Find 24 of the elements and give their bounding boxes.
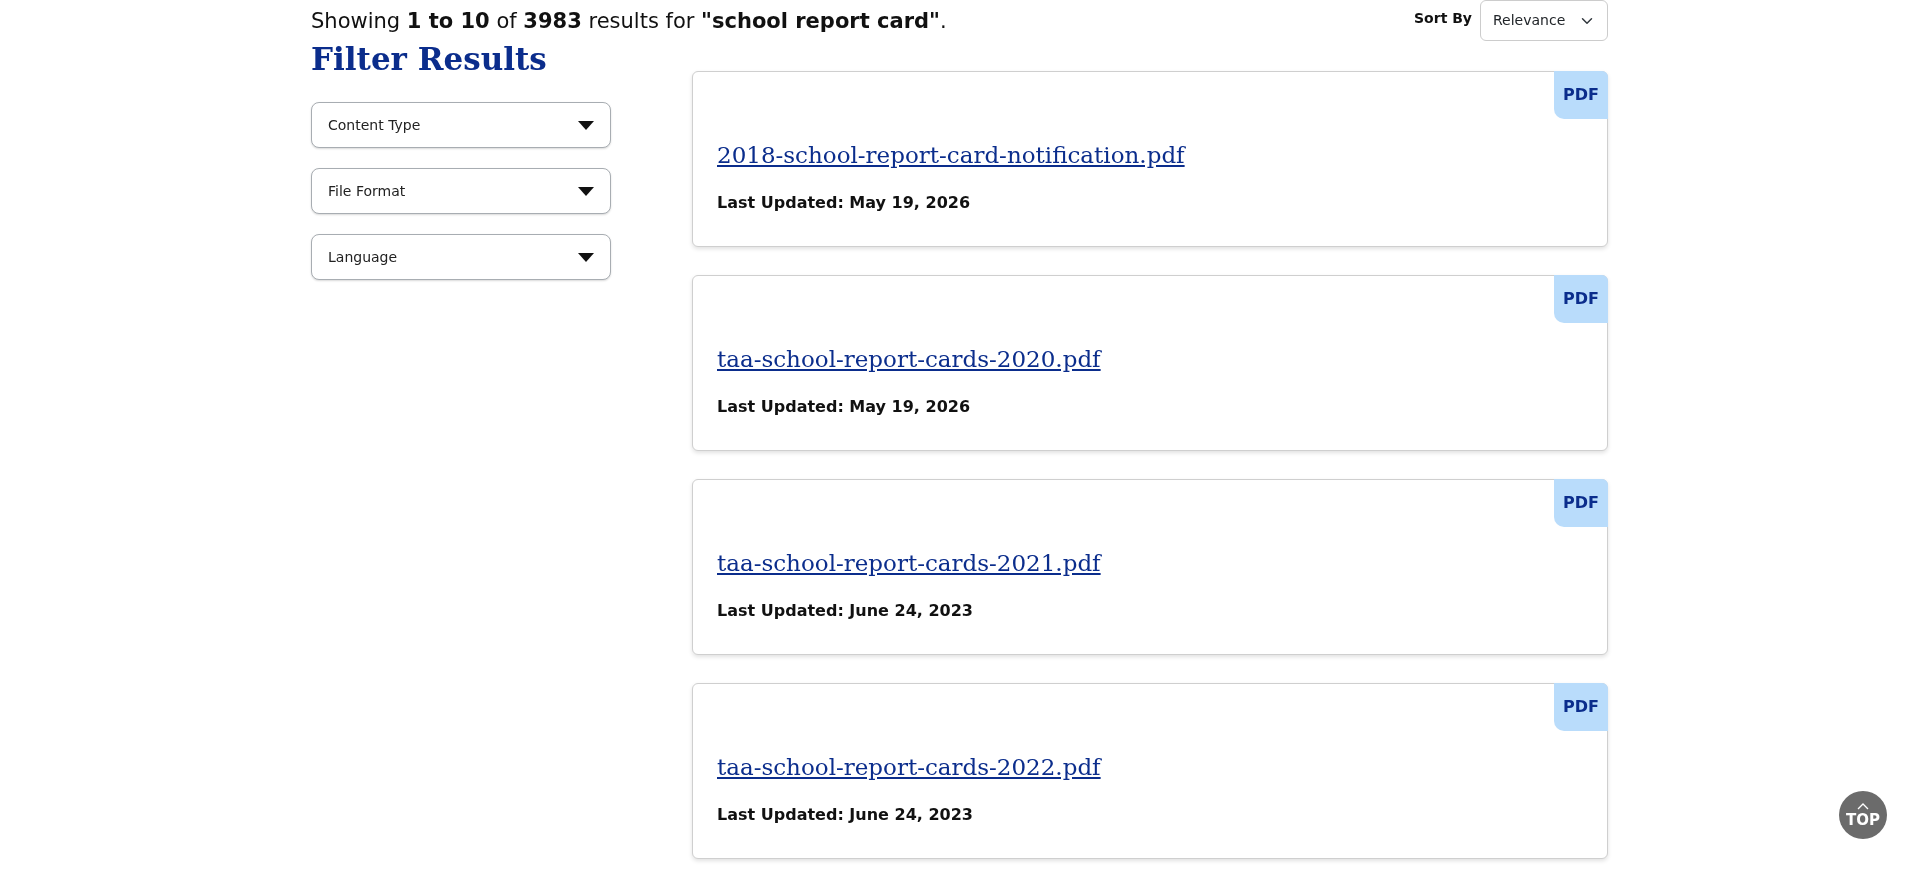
- file-type-badge: PDF: [1554, 479, 1608, 527]
- caret-icon: [578, 186, 594, 196]
- filter-dropdown[interactable]: Language: [311, 234, 611, 281]
- caret-icon: [578, 120, 594, 130]
- filter-heading: Filter Results: [311, 41, 548, 79]
- sort-label: Sort By: [1414, 9, 1472, 28]
- back-to-top-button[interactable]: TOP: [1839, 791, 1887, 839]
- file-type-badge: PDF: [1554, 71, 1608, 119]
- caret-icon: [578, 252, 594, 262]
- last-updated-text: Last Updated: June 24, 2023: [717, 599, 974, 622]
- filter-dropdown[interactable]: Content Type: [311, 102, 611, 149]
- chevron-up-icon: [1857, 802, 1869, 810]
- last-updated-text: Last Updated: June 24, 2023: [717, 803, 974, 826]
- results-summary: Showing 1 to 10 of 3983 results for "school report card".: [311, 8, 947, 35]
- filter-dropdown[interactable]: File Format: [311, 168, 611, 215]
- file-type-badge: PDF: [1554, 275, 1608, 323]
- result-link[interactable]: taa-school-report-cards-2020.pdf: [717, 346, 1101, 372]
- last-updated-text: Last Updated: May 19, 2026: [717, 191, 972, 214]
- result-link[interactable]: 2018-school-report-card-notification.pdf: [717, 142, 1185, 168]
- last-updated-text: Last Updated: May 19, 2026: [717, 395, 972, 418]
- sort-dropdown[interactable]: Relevance: [1480, 0, 1608, 41]
- file-type-badge: PDF: [1554, 683, 1608, 731]
- result-link[interactable]: taa-school-report-cards-2022.pdf: [717, 754, 1101, 780]
- result-link[interactable]: taa-school-report-cards-2021.pdf: [717, 550, 1101, 576]
